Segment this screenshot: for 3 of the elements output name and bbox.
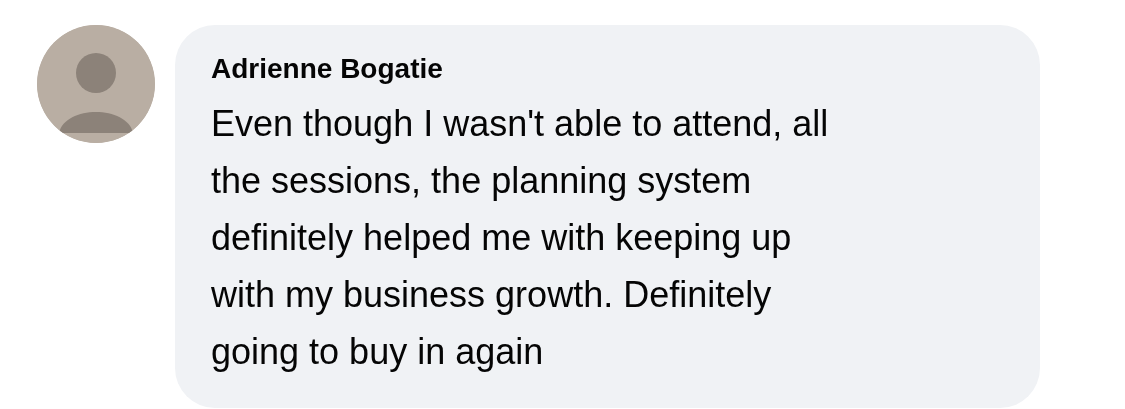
avatar[interactable] [37, 25, 155, 143]
comment-text: Even though I wasn't able to attend, all the sessions, the planning system definitely helped me with keeping up with my business growth. Definitely going to buy in again [211, 102, 830, 374]
author-name[interactable]: Adrienne Bogatie [211, 47, 1010, 91]
